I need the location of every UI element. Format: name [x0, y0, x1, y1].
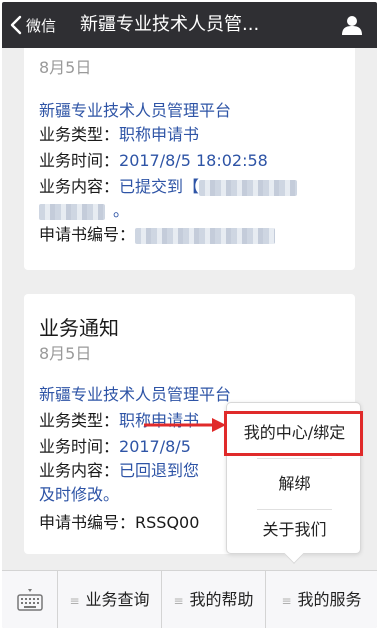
menu-label: 业务查询 — [85, 590, 150, 609]
menu-label: 我的服务 — [297, 590, 362, 609]
keyboard-toggle-button[interactable] — [2, 571, 58, 628]
redacted-text — [39, 203, 105, 220]
menu-business-query[interactable]: ≡ 业务查询 — [58, 571, 162, 628]
business-type-label: 业务类型： — [39, 411, 120, 430]
menu-lines-icon: ≡ — [173, 594, 184, 608]
business-content-label: 业务内容： — [39, 177, 120, 196]
content-end: 。 — [113, 201, 130, 220]
business-content-value: 已提交到【 — [119, 177, 200, 196]
application-number-value: RSSQ00 — [135, 513, 200, 532]
card-title: 业务通知 — [39, 316, 119, 340]
notification-card: 8月5日 新疆专业技术人员管理平台 业务类型：职称申请书 业务时间：2017/8… — [24, 48, 355, 270]
business-time-row: 业务时间：2017/8/5 — [39, 436, 191, 458]
business-type-value: 职称申请书 — [119, 125, 200, 144]
card-date: 8月5日 — [39, 58, 92, 77]
annotation-arrow — [144, 418, 226, 432]
wechat-window: 微信 新疆专业技术人员管... 8月5日 新疆专业技术人员管理平台 业务类型：职… — [2, 2, 377, 628]
business-type-label: 业务类型： — [39, 125, 120, 144]
menu-lines-icon: ≡ — [281, 594, 292, 608]
menu-my-help[interactable]: ≡ 我的帮助 — [162, 571, 266, 628]
platform-name: 新疆专业技术人员管理平台 — [39, 385, 232, 404]
application-number-row: 申请书编号： — [39, 224, 276, 246]
business-content-row-2: 。 — [39, 200, 129, 222]
annotation-highlight-box — [224, 411, 363, 456]
menu-lines-icon: ≡ — [69, 594, 80, 608]
platform-name: 新疆专业技术人员管理平台 — [39, 101, 232, 120]
redacted-text — [135, 227, 276, 244]
keyboard-icon — [16, 589, 43, 611]
business-time-value: 2017/8/5 — [119, 437, 191, 456]
business-content-value: 已回退到您 — [119, 461, 200, 480]
business-time-value: 2017/8/5 18:02:58 — [119, 151, 268, 170]
application-number-label: 申请书编号： — [39, 225, 136, 244]
menu-my-service[interactable]: ≡ 我的服务 — [266, 571, 377, 628]
menu-item-unbind[interactable]: 解绑 — [227, 459, 362, 509]
bottom-menu-bar: ≡ 业务查询 ≡ 我的帮助 ≡ 我的服务 — [2, 570, 377, 628]
business-content-row: 业务内容：已回退到您 — [39, 460, 199, 482]
profile-icon[interactable] — [341, 14, 363, 36]
business-time-label: 业务时间： — [39, 151, 120, 170]
business-time-row: 业务时间：2017/8/5 18:02:58 — [39, 150, 268, 172]
top-nav-bar: 微信 新疆专业技术人员管... — [2, 2, 377, 48]
redacted-text — [199, 179, 298, 196]
chevron-left-icon — [10, 15, 22, 35]
back-button[interactable]: 微信 — [8, 2, 56, 48]
page-title: 新疆专业技术人员管... — [80, 14, 260, 35]
back-label: 微信 — [26, 16, 57, 35]
application-number-label: 申请书编号： — [39, 513, 136, 532]
business-content-label: 业务内容： — [39, 461, 120, 480]
business-type-row: 业务类型：职称申请书 — [39, 124, 199, 146]
application-number-row: 申请书编号：RSSQ00 — [39, 512, 199, 534]
business-content-line-2: 及时修改。 — [39, 485, 120, 504]
card-date: 8月5日 — [39, 344, 92, 363]
menu-label: 我的帮助 — [189, 590, 254, 609]
business-time-label: 业务时间： — [39, 437, 120, 456]
business-content-row: 业务内容：已提交到【 — [39, 176, 298, 198]
